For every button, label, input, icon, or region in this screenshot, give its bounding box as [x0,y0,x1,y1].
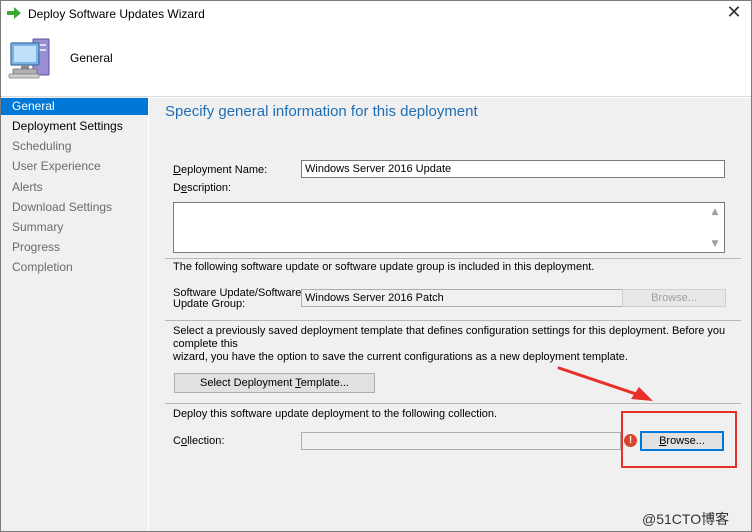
collection-note: Deploy this software update deployment t… [173,408,498,420]
deployment-name-input[interactable]: Windows Server 2016 Update [301,160,725,178]
update-group-browse-button[interactable]: Browse... [622,289,726,307]
description-textarea[interactable]: ▲ ▼ [173,202,725,253]
select-template-button[interactable]: Select Deployment Template... [174,373,375,393]
nav-item-progress[interactable]: Progress [1,239,148,256]
separator [165,258,741,259]
page-title: General [70,51,113,65]
watermark-text: @51CTO博客 [642,511,730,527]
green-arrow-icon [7,7,21,19]
wizard-nav: General Deployment Settings Scheduling U… [1,97,148,531]
annotation-highlight-box [621,411,737,468]
update-group-note: The following software update or softwar… [173,261,595,273]
close-button[interactable]: ✕ [717,1,751,25]
collection-label: Collection: [173,435,225,447]
title-bar: Deploy Software Updates Wizard ✕ [1,1,751,27]
separator [165,320,741,321]
annotation-arrow [557,366,653,401]
scroll-down-icon[interactable]: ▼ [710,239,720,249]
nav-item-summary[interactable]: Summary [1,219,148,236]
description-label: Description: [173,182,232,194]
nav-item-user-experience[interactable]: User Experience [1,158,148,175]
window-title: Deploy Software Updates Wizard [28,7,205,21]
nav-item-scheduling[interactable]: Scheduling [1,138,148,155]
deployment-name-label: Deployment Name: [173,164,268,176]
nav-item-alerts[interactable]: Alerts [1,179,148,196]
nav-item-deployment-settings[interactable]: Deployment Settings [1,118,148,135]
scroll-up-icon[interactable]: ▲ [710,207,720,217]
update-group-label: Software Update/Software Update Group: [173,287,302,310]
computer-icon [8,38,50,79]
section-heading: Specify general information for this dep… [165,103,478,120]
collection-field [301,432,621,450]
nav-item-completion[interactable]: Completion [1,259,148,276]
template-note: Select a previously saved deployment tem… [173,325,726,363]
nav-item-general[interactable]: General [1,98,148,115]
wizard-window: Deploy Software Updates Wizard ✕ General… [0,0,752,532]
description-scrollbar[interactable]: ▲ ▼ [707,203,724,252]
wizard-header: General [1,27,751,97]
nav-item-download-settings[interactable]: Download Settings [1,199,148,216]
